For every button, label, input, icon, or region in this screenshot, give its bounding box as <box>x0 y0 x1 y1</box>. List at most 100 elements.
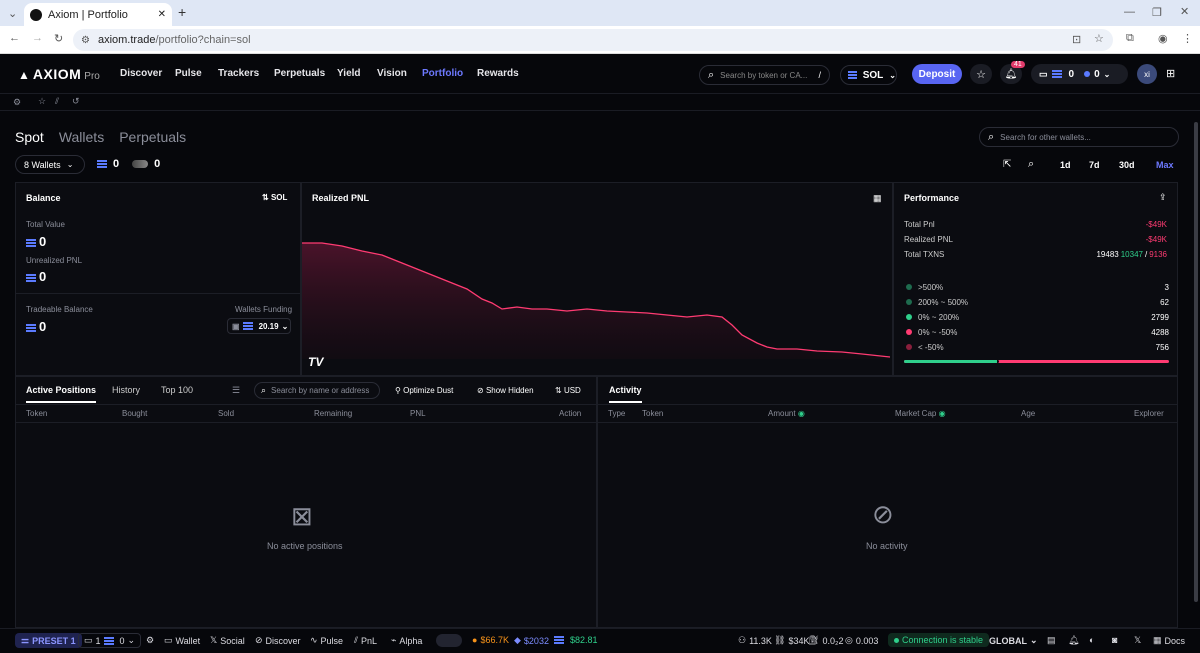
menu-icon[interactable]: ⋮ <box>1182 32 1193 45</box>
tab-history[interactable]: History <box>112 385 140 395</box>
col-type: Type <box>608 409 626 418</box>
col-age: Age <box>1021 409 1036 418</box>
nav-pulse[interactable]: Pulse <box>175 68 202 79</box>
coin-icon: ◉ <box>797 409 805 418</box>
minimize-icon[interactable]: — <box>1124 6 1135 18</box>
new-tab-icon[interactable]: + <box>178 4 186 20</box>
show-hidden-button[interactable]: ⊘ Show Hidden <box>477 386 534 395</box>
nav-discover[interactable]: Discover <box>120 68 162 79</box>
search-icon[interactable]: ⌕ <box>1028 158 1034 171</box>
nav-trackers[interactable]: Trackers <box>218 68 259 79</box>
star-icon[interactable]: ☆ <box>38 96 46 107</box>
deposit-button[interactable]: Deposit <box>912 64 962 84</box>
region-selector[interactable]: GLOBAL ⌄ <box>989 635 1038 646</box>
profile-icon[interactable]: ◉ <box>1158 32 1168 45</box>
forward-icon[interactable]: → <box>32 32 43 44</box>
nav-portfolio[interactable]: Portfolio <box>422 68 463 79</box>
currency-toggle-usd[interactable]: ⇅ USD <box>555 386 581 395</box>
chain-selector[interactable]: SOL ⌄ <box>840 65 897 85</box>
range-max[interactable]: Max <box>1156 160 1174 170</box>
back-icon[interactable]: ← <box>9 32 20 44</box>
footer-social[interactable]: 𝕏 Social <box>210 635 245 646</box>
sol-icon <box>26 323 36 332</box>
tab-search-icon[interactable]: ⌄ <box>8 7 17 20</box>
settings-icon[interactable]: ⚙ <box>13 97 21 108</box>
wallet-balance-button[interactable]: ▭ 0 0 ⌄ <box>1031 64 1128 84</box>
calendar-icon[interactable]: ▦ <box>873 193 882 204</box>
grid-menu-icon[interactable]: ⊞ <box>1166 67 1175 80</box>
logo[interactable]: ▲ AXIOM Pro <box>18 66 100 82</box>
browser-tab[interactable]: Axiom | Portfolio ✕ <box>24 3 172 26</box>
close-window-icon[interactable]: ✕ <box>1180 5 1189 18</box>
wallets-funding-dropdown[interactable]: ▣ 20.19 ⌄ <box>227 318 291 334</box>
tab-top-100[interactable]: Top 100 <box>161 385 193 395</box>
optimize-dust-button[interactable]: ⚲ Optimize Dust <box>395 386 453 395</box>
preset-button[interactable]: ⚌ PRESET 1 <box>15 633 82 648</box>
nav-perpetuals[interactable]: Perpetuals <box>274 68 325 79</box>
watchlist-star-icon[interactable]: ☆ <box>970 64 992 84</box>
range-7d[interactable]: 7d <box>1089 160 1100 170</box>
url-field[interactable]: ⚙ axiom.trade/portfolio?chain=sol <box>73 29 1113 51</box>
install-icon[interactable]: ⊡ <box>1072 33 1081 46</box>
token-search[interactable]: ⌕ Search by token or CA... / <box>699 65 830 85</box>
settings-icon[interactable]: ⚙ <box>146 635 154 646</box>
footer-wallet[interactable]: ▭ Wallet <box>164 635 200 646</box>
tab-perpetuals[interactable]: Perpetuals <box>119 129 186 145</box>
footer-alpha[interactable]: ⌁ Alpha <box>391 635 422 646</box>
url-host: axiom.trade <box>97 34 156 46</box>
list-icon[interactable]: ☰ <box>232 385 240 396</box>
close-tab-icon[interactable]: ✕ <box>158 9 166 20</box>
history-icon[interactable]: ↺ <box>72 96 80 107</box>
docs-link[interactable]: ▦ Docs <box>1153 635 1185 646</box>
exchanges-toggle[interactable] <box>436 634 462 647</box>
users-icon: ⚇ <box>738 635 747 645</box>
chevron-down-icon: ⌄ <box>889 70 896 80</box>
maximize-icon[interactable]: ❐ <box>1152 6 1162 19</box>
tab-spot[interactable]: Spot <box>15 129 44 145</box>
wallets-dropdown[interactable]: 8 Wallets ⌄ <box>15 155 85 174</box>
chart-icon[interactable]: ⫽ <box>55 96 59 107</box>
toggle-icon <box>132 160 149 168</box>
holders-value: 11.3K <box>749 635 772 646</box>
range-30d[interactable]: 30d <box>1119 160 1135 170</box>
tab-active-positions[interactable]: Active Positions <box>26 385 97 403</box>
footer-alpha-label: Alpha <box>399 635 423 646</box>
wallet-icon: ▭ <box>164 635 173 645</box>
empty-positions-icon: ⊠ <box>291 501 313 531</box>
sliders-icon: ⚌ <box>21 635 30 645</box>
wallet-search-placeholder: Search for other wallets... <box>1000 132 1091 142</box>
range-1d[interactable]: 1d <box>1060 160 1071 170</box>
tab-wallets[interactable]: Wallets <box>59 129 104 145</box>
layout-icon[interactable]: ▤ <box>1047 635 1056 646</box>
wallet-sol-balance: 0 <box>1068 68 1075 80</box>
bell-icon[interactable]: 🔔︎ <box>1068 635 1079 646</box>
x-social-icon[interactable]: 𝕏 <box>1134 635 1141 646</box>
reload-icon[interactable]: ↻ <box>54 32 63 45</box>
external-link-icon[interactable]: ⇱ <box>1003 159 1011 170</box>
footer-pnl[interactable]: ⫽ PnL <box>354 635 377 646</box>
divider <box>598 404 1177 405</box>
site-info-icon[interactable]: ⚙ <box>81 35 90 46</box>
wallet-selector[interactable]: ▭ 1 0 ⌄ <box>78 633 142 648</box>
bucket-count: 756 <box>1155 343 1169 352</box>
nav-vision[interactable]: Vision <box>377 68 407 79</box>
currency-toggle[interactable]: ⇅ SOL <box>262 193 287 202</box>
share-icon[interactable]: ⇪ <box>1159 192 1167 203</box>
palette-icon[interactable]: ◐ <box>1089 635 1094 645</box>
footer-pulse[interactable]: ∿ Pulse <box>310 635 343 646</box>
scrollbar[interactable] <box>1194 122 1198 602</box>
bookmark-icon[interactable]: ☆ <box>1094 32 1104 45</box>
wallet-search-input[interactable]: ⌕ Search for other wallets... <box>979 127 1179 147</box>
positions-search-input[interactable]: ⌕ Search by name or address <box>254 382 380 399</box>
bucket-dot <box>906 329 912 335</box>
discord-icon[interactable]: ◙ <box>1112 635 1117 645</box>
avatar[interactable]: xi <box>1137 64 1157 84</box>
extensions-icon[interactable]: ⧉ <box>1126 32 1134 45</box>
nav-rewards[interactable]: Rewards <box>477 68 519 79</box>
footer-social-label: Social <box>220 635 245 646</box>
footer-discover[interactable]: ⊘ Discover <box>255 635 301 646</box>
nav-yield[interactable]: Yield <box>337 68 361 79</box>
bucket-count: 4288 <box>1151 328 1169 337</box>
activity-title[interactable]: Activity <box>609 385 642 403</box>
bucket-label: < -50% <box>918 343 944 352</box>
